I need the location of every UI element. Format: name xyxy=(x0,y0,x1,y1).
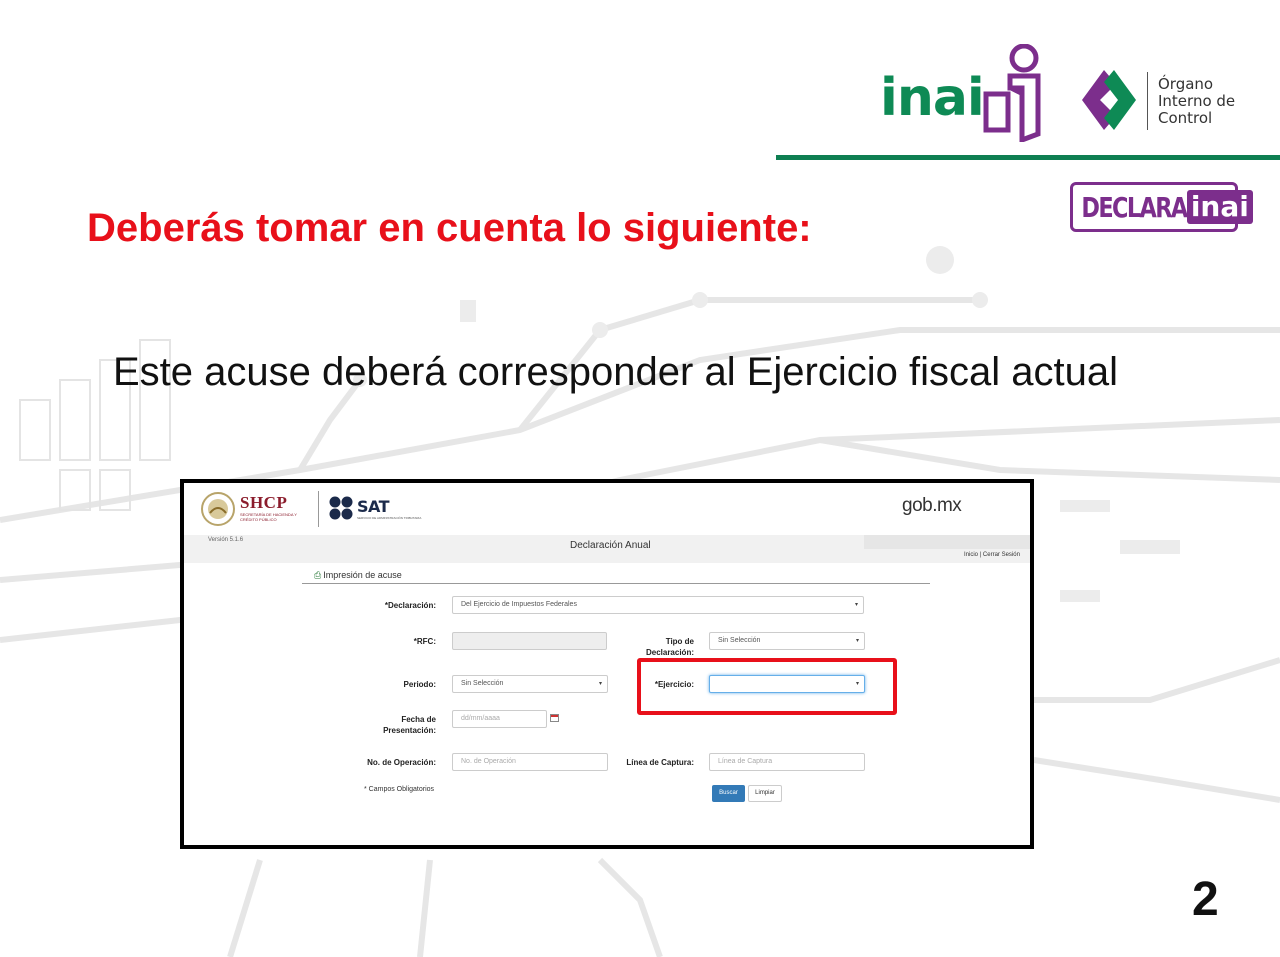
oic-line-2: Interno de xyxy=(1158,92,1236,110)
header-separator xyxy=(318,491,319,527)
page-number: 2 xyxy=(1192,873,1219,926)
operacion-label: No. de Operación: xyxy=(367,758,436,767)
header-rule xyxy=(776,155,1280,160)
slide-subtitle: Este acuse deberá corresponder al Ejerci… xyxy=(113,350,1118,394)
inai-person-icon xyxy=(983,44,1041,142)
ejercicio-highlight-box xyxy=(637,658,897,715)
calendar-icon[interactable] xyxy=(550,714,559,722)
tipo-label-line-1: Tipo de xyxy=(665,637,694,646)
tipo-label-line-2: Declaración: xyxy=(645,648,694,657)
linea-captura-input[interactable]: Línea de Captura xyxy=(709,753,865,771)
sat-subtitle: SERVICIO DE ADMINISTRACIÓN TRIBUTARIA xyxy=(357,516,422,520)
tipo-declaracion-select-value: Sin Selección xyxy=(718,637,761,644)
tipo-declaracion-select[interactable]: Sin Selección ▾ xyxy=(709,632,865,650)
oic-line-3: Control xyxy=(1158,109,1213,127)
linea-captura-label: Línea de Captura: xyxy=(626,758,694,767)
page-title: Declaración Anual xyxy=(570,540,651,551)
periodo-select[interactable]: Sin Selección ▾ xyxy=(452,675,608,693)
fecha-presentacion-label: Fecha de Presentación: xyxy=(334,714,436,736)
mexico-seal-icon xyxy=(201,492,235,526)
logo-separator xyxy=(1147,72,1148,130)
printer-icon: ⎙ xyxy=(314,570,322,580)
slide-heading: Deberás tomar en cuenta lo siguiente: xyxy=(87,206,812,250)
sat-screenshot: SHCP SECRETARÍA DE HACIENDA Y CRÉDITO PÚ… xyxy=(180,479,1034,849)
sat-dots-icon xyxy=(329,496,353,520)
sat-logo-text: SAT xyxy=(357,497,390,516)
buscar-button[interactable]: Buscar xyxy=(712,785,745,802)
section-title-text: Impresión de acuse xyxy=(323,570,402,580)
section-divider xyxy=(302,583,930,584)
declaracion-select-value: Del Ejercicio de Impuestos Federales xyxy=(461,601,577,608)
limpiar-button[interactable]: Limpiar xyxy=(748,785,782,802)
chevron-down-icon: ▾ xyxy=(854,602,858,608)
sat-header: SHCP SECRETARÍA DE HACIENDA Y CRÉDITO PÚ… xyxy=(184,483,1030,535)
fecha-label-line-2: Presentación: xyxy=(383,726,436,735)
periodo-select-value: Sin Selección xyxy=(461,680,504,687)
declaracion-label: *Declaración: xyxy=(384,601,436,610)
top-links[interactable]: Inicio | Cerrar Sesión xyxy=(964,552,1020,558)
oic-logo-text: Órgano Interno de Control xyxy=(1158,76,1235,127)
fecha-presentacion-input[interactable]: dd/mm/aaaa xyxy=(452,710,547,728)
declarainai-logo: DECLARA inai xyxy=(1070,182,1253,232)
version-label: Versión 5.1.6 xyxy=(208,537,244,543)
operacion-input[interactable]: No. de Operación xyxy=(452,753,608,771)
fecha-label-line-1: Fecha de xyxy=(401,715,436,724)
oic-diamond-icon xyxy=(1082,70,1136,130)
declaracion-select[interactable]: Del Ejercicio de Impuestos Federales ▾ xyxy=(452,596,864,614)
oic-line-1: Órgano xyxy=(1158,75,1214,93)
rfc-field[interactable] xyxy=(452,632,607,650)
gobmx-logo[interactable]: gob.mx xyxy=(902,495,962,517)
shcp-subtitle: SECRETARÍA DE HACIENDA Y CRÉDITO PÚBLICO xyxy=(240,512,297,522)
required-fields-note: * Campos Obligatorios xyxy=(364,786,435,793)
declara-logo-text: DECLARA xyxy=(1081,190,1188,224)
chevron-down-icon: ▾ xyxy=(855,638,859,644)
rfc-label: *RFC: xyxy=(413,637,436,646)
title-band-right xyxy=(864,535,1030,549)
section-title: ⎙ Impresión de acuse xyxy=(314,570,402,581)
declara-inai-logo-text: inai xyxy=(1186,190,1253,224)
periodo-label: Periodo: xyxy=(403,680,436,689)
chevron-down-icon: ▾ xyxy=(598,681,602,687)
shcp-logo-text: SHCP xyxy=(240,493,288,512)
tipo-declaracion-label: Tipo de Declaración: xyxy=(604,636,694,658)
inai-logo-text: inai xyxy=(880,68,985,128)
